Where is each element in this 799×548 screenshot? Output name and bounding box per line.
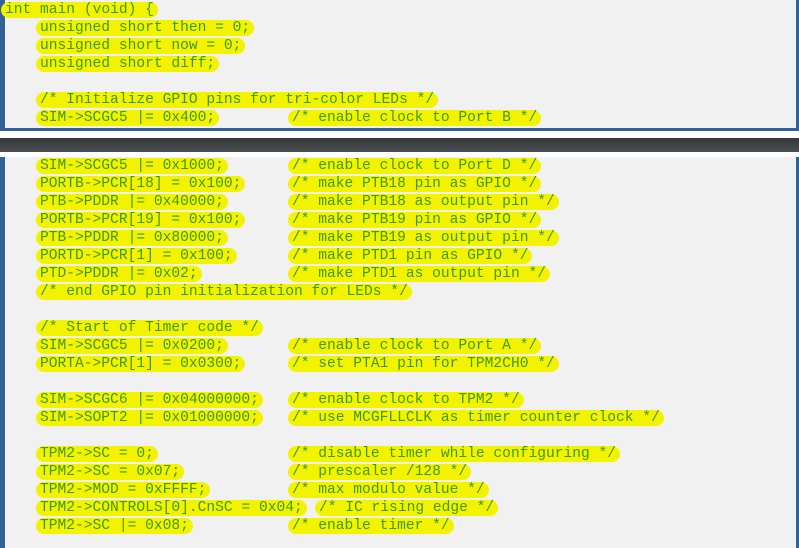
comment-text: /* prescaler /128 */ [288, 464, 472, 480]
comment-text: /* make PTB18 as output pin */ [288, 194, 559, 210]
code-line: TPM2->SC = 0x07; [36, 463, 185, 481]
comment-text: /* max modulo value */ [288, 482, 489, 498]
code-comment: /* enable clock to Port D */ [288, 157, 542, 175]
code-text: SIM->SCGC5 |= 0x1000; [36, 158, 228, 174]
code-line: /* end GPIO pin initialization for LEDs … [36, 283, 412, 301]
code-text: SIM->SCGC5 |= 0x0200; [36, 338, 228, 354]
comment-text: /* IC rising edge */ [315, 500, 499, 516]
code-line: TPM2->SC = 0; [36, 445, 158, 463]
code-line: PORTB->PCR[18] = 0x100; [36, 175, 246, 193]
code-line: TPM2->CONTROLS[0].CnSC = 0x04; [36, 499, 307, 517]
code-text: PORTB->PCR[19] = 0x100; [36, 212, 246, 228]
code-text: SIM->SCGC5 |= 0x400; [36, 110, 220, 126]
code-line: SIM->SOPT2 |= 0x01000000; [36, 409, 263, 427]
comment-text: /* enable clock to TPM2 */ [288, 392, 524, 408]
code-text: PTB->PDDR |= 0x40000; [36, 194, 228, 210]
comment-text: /* make PTB18 pin as GPIO */ [288, 176, 542, 192]
comment-text: /* enable clock to Port B */ [288, 110, 542, 126]
code-line: TPM2->SC |= 0x08; [36, 517, 193, 535]
code-comment: /* set PTA1 pin for TPM2CH0 */ [288, 355, 559, 373]
code-line: int main (void) { [1, 1, 158, 19]
code-comment: /* make PTB18 pin as GPIO */ [288, 175, 542, 193]
code-comment: /* make PTD1 as output pin */ [288, 265, 550, 283]
code-comment: /* use MCGFLLCLK as timer counter clock … [288, 409, 664, 427]
comment-text: /* make PTB19 as output pin */ [288, 230, 559, 246]
code-comment: /* make PTB18 as output pin */ [288, 193, 559, 211]
code-comment: /* make PTB19 pin as GPIO */ [288, 211, 542, 229]
comment-text: /* make PTB19 pin as GPIO */ [288, 212, 542, 228]
code-line: /* Initialize GPIO pins for tri-color LE… [36, 91, 439, 109]
code-line: PTD->PDDR |= 0x02; [36, 265, 202, 283]
code-line: PTB->PDDR |= 0x80000; [36, 229, 228, 247]
code-comment: /* enable timer */ [288, 517, 454, 535]
code-comment: /* prescaler /128 */ [288, 463, 472, 481]
code-text: TPM2->SC = 0x07; [36, 464, 185, 480]
comment-text: /* use MCGFLLCLK as timer counter clock … [288, 410, 664, 426]
comment-text: /* end GPIO pin initialization for LEDs … [36, 284, 412, 300]
code-line: SIM->SCGC6 |= 0x04000000; [36, 391, 263, 409]
code-comment: /* IC rising edge */ [315, 499, 499, 517]
comment-text: /* enable clock to Port D */ [288, 158, 542, 174]
code-line: PTB->PDDR |= 0x40000; [36, 193, 228, 211]
code-line: unsigned short then = 0; [36, 19, 255, 37]
code-comment: /* enable clock to Port B */ [288, 109, 542, 127]
divider-bar [0, 138, 799, 152]
code-text: unsigned short now = 0; [36, 38, 246, 54]
code-comment: /* max modulo value */ [288, 481, 489, 499]
code-text: PORTD->PCR[1] = 0x100; [36, 248, 237, 264]
code-text: unsigned short then = 0; [36, 20, 255, 36]
code-line: unsigned short diff; [36, 55, 220, 73]
code-comment: /* make PTD1 pin as GPIO */ [288, 247, 533, 265]
code-text: unsigned short diff; [36, 56, 220, 72]
comment-text: /* enable clock to Port A */ [288, 338, 542, 354]
code-line: SIM->SCGC5 |= 0x0200; [36, 337, 228, 355]
code-text: int main (void) { [1, 2, 158, 18]
code-comment: /* enable clock to TPM2 */ [288, 391, 524, 409]
code-line: /* Start of Timer code */ [36, 319, 263, 337]
code-text: TPM2->MOD = 0xFFFF; [36, 482, 211, 498]
code-text: PORTA->PCR[1] = 0x0300; [36, 356, 246, 372]
code-comment: /* make PTB19 as output pin */ [288, 229, 559, 247]
code-line: SIM->SCGC5 |= 0x400; [36, 109, 220, 127]
code-line: PORTB->PCR[19] = 0x100; [36, 211, 246, 229]
code-text: PTD->PDDR |= 0x02; [36, 266, 202, 282]
code-comment: /* enable clock to Port A */ [288, 337, 542, 355]
code-line: SIM->SCGC5 |= 0x1000; [36, 157, 228, 175]
comment-text: /* Start of Timer code */ [36, 320, 263, 336]
comment-text: /* enable timer */ [288, 518, 454, 534]
code-text: PORTB->PCR[18] = 0x100; [36, 176, 246, 192]
code-text: TPM2->SC = 0; [36, 446, 158, 462]
code-line: unsigned short now = 0; [36, 37, 246, 55]
code-comment: /* disable timer while configuring */ [288, 445, 621, 463]
comment-text: /* Initialize GPIO pins for tri-color LE… [36, 92, 439, 108]
comment-text: /* disable timer while configuring */ [288, 446, 621, 462]
code-line: PORTA->PCR[1] = 0x0300; [36, 355, 246, 373]
code-text: PTB->PDDR |= 0x80000; [36, 230, 228, 246]
code-text: TPM2->CONTROLS[0].CnSC = 0x04; [36, 500, 307, 516]
code-line: PORTD->PCR[1] = 0x100; [36, 247, 237, 265]
comment-text: /* set PTA1 pin for TPM2CH0 */ [288, 356, 559, 372]
code-text: SIM->SOPT2 |= 0x01000000; [36, 410, 263, 426]
code-text: TPM2->SC |= 0x08; [36, 518, 193, 534]
code-line: TPM2->MOD = 0xFFFF; [36, 481, 211, 499]
comment-text: /* make PTD1 as output pin */ [288, 266, 550, 282]
comment-text: /* make PTD1 pin as GPIO */ [288, 248, 533, 264]
code-text: SIM->SCGC6 |= 0x04000000; [36, 392, 263, 408]
